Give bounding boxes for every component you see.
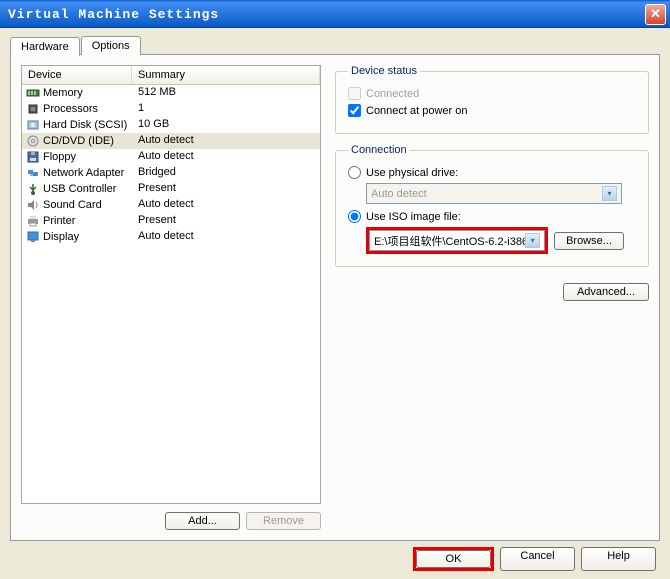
device-list: Device Summary Memory 512 MB Processors … — [21, 65, 321, 504]
header-device[interactable]: Device — [22, 66, 132, 84]
device-summary: Auto detect — [132, 134, 320, 148]
tab-panel-hardware: Device Summary Memory 512 MB Processors … — [10, 54, 660, 541]
connected-checkbox — [348, 87, 361, 100]
device-row-printer[interactable]: Printer Present — [22, 213, 320, 229]
advanced-button[interactable]: Advanced... — [563, 283, 649, 301]
device-row-harddisk[interactable]: Hard Disk (SCSI) 10 GB — [22, 117, 320, 133]
device-label: CD/DVD (IDE) — [43, 135, 114, 147]
connection-legend: Connection — [348, 144, 410, 156]
tab-hardware[interactable]: Hardware — [10, 37, 80, 56]
device-label: Memory — [43, 87, 83, 99]
display-icon — [26, 230, 40, 244]
use-physical-label: Use physical drive: — [366, 167, 458, 179]
device-status-legend: Device status — [348, 65, 420, 77]
iso-file-combo[interactable]: E:\项目组软件\CentOS-6.2-i386 ▾ — [369, 230, 545, 251]
connect-at-poweron-label: Connect at power on — [366, 105, 468, 117]
physical-drive-value: Auto detect — [371, 188, 427, 200]
left-column: Device Summary Memory 512 MB Processors … — [21, 65, 321, 530]
device-label: Floppy — [43, 151, 76, 163]
usb-icon — [26, 182, 40, 196]
browse-button[interactable]: Browse... — [554, 232, 624, 250]
device-row-cddvd[interactable]: CD/DVD (IDE) Auto detect — [22, 133, 320, 149]
use-iso-row: Use ISO image file: — [348, 210, 636, 223]
device-label: Processors — [43, 103, 98, 115]
harddisk-icon — [26, 118, 40, 132]
connected-row: Connected — [348, 87, 636, 100]
device-label: USB Controller — [43, 183, 116, 195]
right-column: Device status Connected Connect at power… — [335, 65, 649, 530]
device-row-sound[interactable]: Sound Card Auto detect — [22, 197, 320, 213]
device-label: Display — [43, 231, 79, 243]
add-button[interactable]: Add... — [165, 512, 240, 530]
floppy-icon — [26, 150, 40, 164]
sound-icon — [26, 198, 40, 212]
help-button[interactable]: Help — [581, 547, 656, 571]
ok-button[interactable]: OK — [416, 550, 491, 568]
network-icon — [26, 166, 40, 180]
device-list-header: Device Summary — [22, 66, 320, 85]
physical-drive-combo[interactable]: Auto detect ▾ — [366, 183, 622, 204]
device-summary: 10 GB — [132, 118, 320, 132]
iso-row: E:\项目组软件\CentOS-6.2-i386 ▾ Browse... — [366, 227, 636, 254]
connect-at-poweron-row: Connect at power on — [348, 104, 636, 117]
iso-file-value: E:\项目组软件\CentOS-6.2-i386 — [374, 233, 525, 249]
device-summary: Present — [132, 182, 320, 196]
iso-combo-highlight: E:\项目组软件\CentOS-6.2-i386 ▾ — [366, 227, 548, 254]
connection-group: Connection Use physical drive: Auto dete… — [335, 144, 649, 267]
cpu-icon — [26, 102, 40, 116]
device-list-body: Memory 512 MB Processors 1 Hard Disk (SC… — [22, 85, 320, 245]
cancel-button[interactable]: Cancel — [500, 547, 575, 571]
device-status-group: Device status Connected Connect at power… — [335, 65, 649, 134]
device-summary: 1 — [132, 102, 320, 116]
device-label: Printer — [43, 215, 75, 227]
printer-icon — [26, 214, 40, 228]
dialog-body: Hardware Options Device Summary Memory 5… — [0, 28, 670, 579]
use-physical-radio[interactable] — [348, 166, 361, 179]
device-row-memory[interactable]: Memory 512 MB — [22, 85, 320, 101]
device-summary: Auto detect — [132, 230, 320, 244]
device-summary: Auto detect — [132, 198, 320, 212]
use-iso-label: Use ISO image file: — [366, 211, 461, 223]
tab-row: Hardware Options — [10, 36, 660, 55]
device-summary: Present — [132, 214, 320, 228]
device-summary: 512 MB — [132, 86, 320, 100]
remove-button[interactable]: Remove — [246, 512, 321, 530]
window-title: Virtual Machine Settings — [4, 7, 645, 22]
tab-options[interactable]: Options — [81, 36, 141, 55]
use-physical-row: Use physical drive: — [348, 166, 636, 179]
left-buttons: Add... Remove — [21, 512, 321, 530]
titlebar: Virtual Machine Settings ✕ — [0, 0, 670, 28]
device-label: Hard Disk (SCSI) — [43, 119, 127, 131]
chevron-down-icon: ▾ — [602, 186, 617, 201]
device-label: Network Adapter — [43, 167, 124, 179]
use-iso-radio[interactable] — [348, 210, 361, 223]
device-row-display[interactable]: Display Auto detect — [22, 229, 320, 245]
bottom-buttons: OK Cancel Help — [10, 541, 660, 571]
header-summary[interactable]: Summary — [132, 66, 320, 84]
ok-button-highlight: OK — [413, 547, 494, 571]
chevron-down-icon: ▾ — [525, 233, 540, 248]
device-summary: Auto detect — [132, 150, 320, 164]
connect-at-poweron-checkbox[interactable] — [348, 104, 361, 117]
device-row-usb[interactable]: USB Controller Present — [22, 181, 320, 197]
cddvd-icon — [26, 134, 40, 148]
device-label: Sound Card — [43, 199, 102, 211]
window-close-button[interactable]: ✕ — [645, 4, 666, 25]
device-row-network[interactable]: Network Adapter Bridged — [22, 165, 320, 181]
advanced-row: Advanced... — [335, 283, 649, 301]
memory-icon — [26, 86, 40, 100]
device-summary: Bridged — [132, 166, 320, 180]
device-row-floppy[interactable]: Floppy Auto detect — [22, 149, 320, 165]
connected-label: Connected — [366, 88, 419, 100]
device-row-processors[interactable]: Processors 1 — [22, 101, 320, 117]
